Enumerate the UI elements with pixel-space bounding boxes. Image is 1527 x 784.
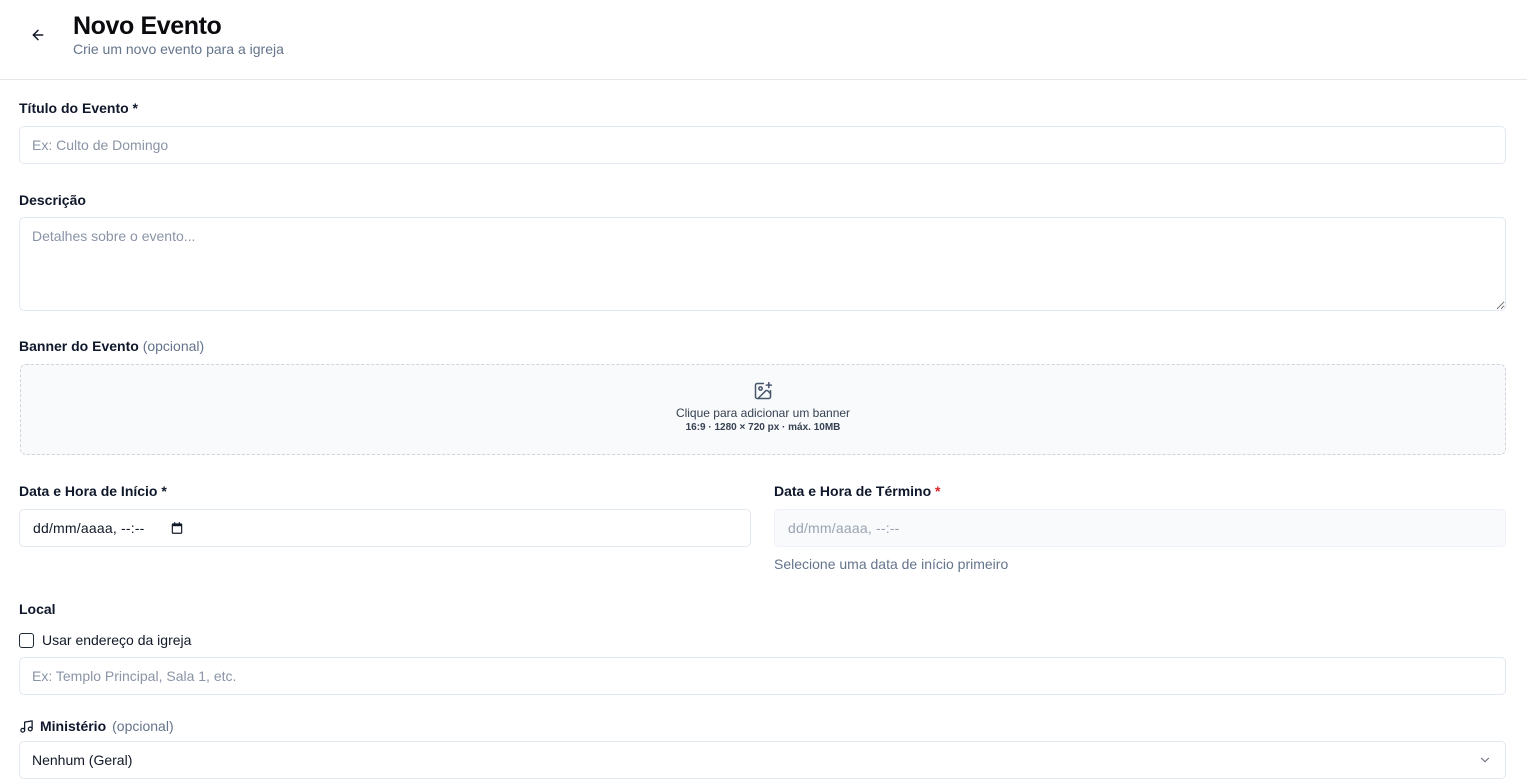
location-input[interactable] [19,657,1506,695]
start-datetime-label: Data e Hora de Início * [19,483,167,499]
use-church-address-label[interactable]: Usar endereço da igreja [42,632,191,648]
end-datetime-label: Data e Hora de Término * [774,482,941,500]
page-header: Novo Evento Crie um novo evento para a i… [0,0,1527,80]
arrow-left-icon [32,29,44,41]
end-datetime-input[interactable]: dd/mm/aaaa, --:-- [774,509,1506,547]
music-note-icon [20,719,33,733]
ministry-selected-value: Nenhum (Geral) [32,752,133,768]
back-button[interactable] [26,23,50,47]
title-label: Título do Evento * [19,100,138,116]
end-datetime-label-text: Data e Hora de Término [774,483,932,499]
start-datetime-value: dd/mm/aaaa, --:-- [33,520,145,536]
banner-upload-text: Clique para adicionar um banner [675,406,851,420]
location-label: Local [19,601,56,617]
page-subtitle: Crie um novo evento para a igreja [73,41,284,57]
image-plus-icon [754,381,773,400]
banner-upload-dropzone[interactable]: Clique para adicionar um banner 16:9 · 1… [20,364,1506,455]
start-datetime-input[interactable]: dd/mm/aaaa, --:-- [19,509,751,547]
end-datetime-value: dd/mm/aaaa, --:-- [788,520,900,536]
ministry-label: Ministério (opcional) [19,717,174,735]
ministry-select[interactable]: Nenhum (Geral) [19,741,1506,779]
description-textarea[interactable] [19,217,1506,311]
ministry-optional: (opcional) [112,718,174,734]
calendar-icon[interactable] [170,521,184,535]
banner-label-text: Banner do Evento [19,338,139,354]
chevron-down-icon [1480,757,1490,763]
banner-label: Banner do Evento (opcional) [19,337,204,355]
end-datetime-required: * [935,483,941,499]
end-datetime-helper: Selecione uma data de início primeiro [774,556,1009,572]
use-church-address-checkbox[interactable]: Usar endereço da igreja [19,632,191,648]
checkbox-box[interactable] [19,632,34,648]
header-titles: Novo Evento Crie um novo evento para a i… [73,12,284,57]
banner-optional: (opcional) [142,338,205,354]
title-input[interactable] [19,126,1506,164]
page-title: Novo Evento [73,12,222,40]
description-label: Descrição [19,192,86,208]
ministry-label-text: Ministério [40,718,107,734]
banner-upload-hint: 16:9 · 1280 × 720 px · máx. 10MB [685,422,841,433]
